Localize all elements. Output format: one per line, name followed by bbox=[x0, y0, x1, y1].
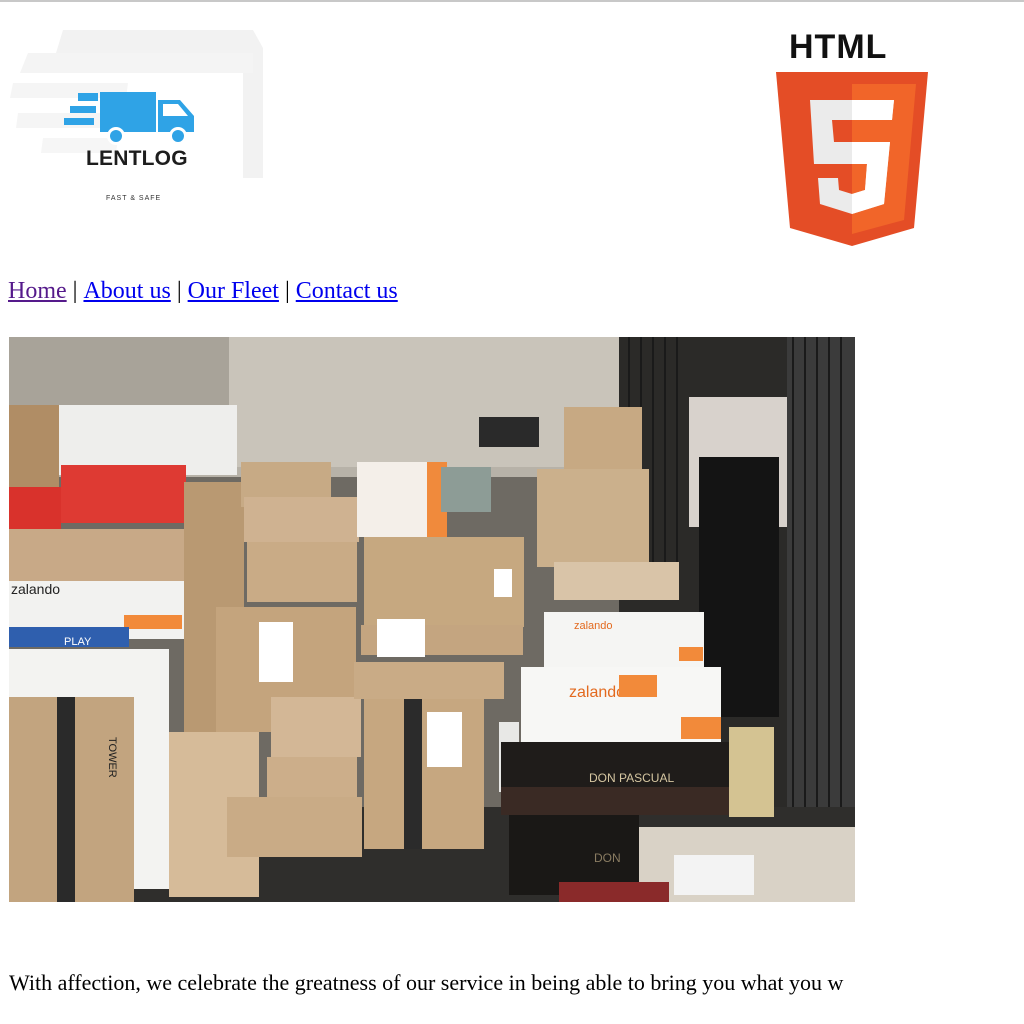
main-nav: Home | About us | Our Fleet | Contact us bbox=[8, 276, 398, 306]
intro-paragraph: With affection, we celebrate the greatne… bbox=[9, 970, 844, 995]
brand-tagline: FAST & SAFE bbox=[106, 195, 162, 202]
boxes-photo: zalando PLAY TOWER zalando zalando DON P… bbox=[9, 337, 855, 902]
html5-label: HTML bbox=[789, 28, 888, 66]
nav-separator: | bbox=[176, 278, 182, 304]
truck-icon bbox=[64, 92, 194, 145]
nav-link-about-us[interactable]: About us bbox=[83, 278, 170, 304]
nav-separator: | bbox=[72, 278, 78, 304]
box-label-don-pascual: DON PASCUAL bbox=[589, 771, 674, 785]
nav-link-our-fleet[interactable]: Our Fleet bbox=[188, 278, 279, 304]
lentlog-logo: LENTLOG FAST & SAFE bbox=[8, 28, 268, 213]
box-label-tower: TOWER bbox=[106, 737, 118, 778]
browser-top-border bbox=[0, 0, 1024, 2]
box-label-don-pascual-2: DON bbox=[594, 851, 621, 865]
hero-image-boxes-in-van: zalando PLAY TOWER zalando zalando DON P… bbox=[9, 337, 855, 902]
nav-link-contact-us[interactable]: Contact us bbox=[296, 278, 398, 304]
nav-separator: | bbox=[284, 278, 290, 304]
nav-link-home[interactable]: Home bbox=[8, 278, 67, 304]
html5-shield-icon bbox=[776, 72, 928, 246]
box-label-play: PLAY bbox=[64, 636, 92, 648]
box-label-zalando: zalando bbox=[574, 620, 613, 632]
brand-name: LENTLOG bbox=[86, 147, 188, 170]
box-label-zalando: zalando bbox=[11, 581, 60, 597]
html5-badge: HTML bbox=[776, 28, 928, 246]
box-label-zalando-large: zalando bbox=[569, 684, 625, 701]
